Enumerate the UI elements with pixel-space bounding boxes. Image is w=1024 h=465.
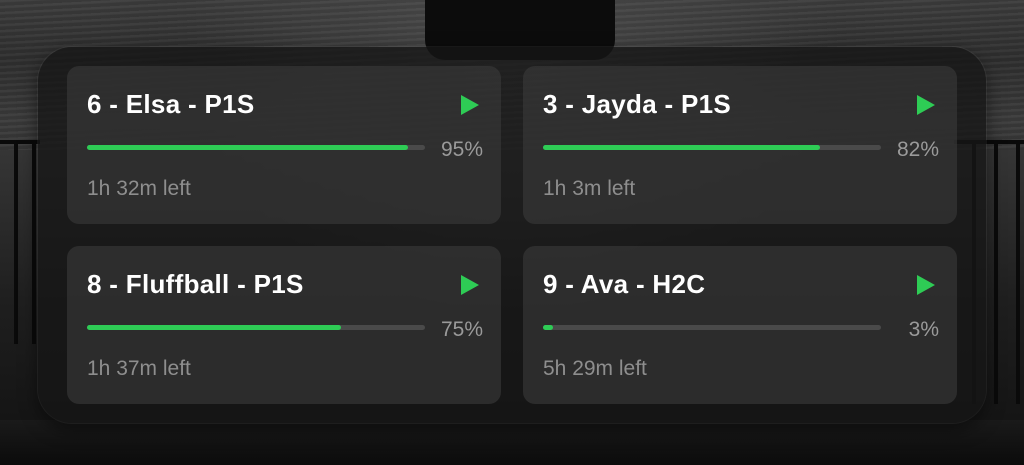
progress-fill bbox=[87, 325, 341, 330]
background-railing-left bbox=[0, 140, 40, 344]
printer-title: 3 - Jayda - P1S bbox=[543, 89, 732, 119]
print-status-widget[interactable]: 6 - Elsa - P1S 95% 1h 32m left 3 - Jayda… bbox=[38, 47, 986, 423]
printer-card[interactable]: 6 - Elsa - P1S 95% 1h 32m left bbox=[67, 66, 501, 224]
progress-fill bbox=[543, 145, 821, 150]
time-remaining: 5h 29m left bbox=[543, 357, 647, 380]
background-ground bbox=[0, 420, 1024, 465]
printer-title: 8 - Fluffball - P1S bbox=[87, 269, 304, 299]
printer-title: 9 - Ava - H2C bbox=[543, 269, 706, 299]
printer-card[interactable]: 8 - Fluffball - P1S 75% 1h 37m left bbox=[67, 246, 501, 404]
play-icon[interactable] bbox=[461, 95, 479, 115]
printer-title: 6 - Elsa - P1S bbox=[87, 89, 255, 119]
play-icon[interactable] bbox=[917, 95, 935, 115]
progress-percent: 95% bbox=[440, 138, 483, 161]
progress-fill bbox=[87, 145, 409, 150]
printer-card[interactable]: 9 - Ava - H2C 3% 5h 29m left bbox=[523, 246, 957, 404]
progress-percent: 75% bbox=[440, 318, 483, 341]
progress-track bbox=[87, 325, 425, 330]
printer-card[interactable]: 3 - Jayda - P1S 82% 1h 3m left bbox=[523, 66, 957, 224]
play-icon[interactable] bbox=[917, 275, 935, 295]
time-remaining: 1h 3m left bbox=[543, 177, 636, 200]
play-icon[interactable] bbox=[461, 275, 479, 295]
time-remaining: 1h 37m left bbox=[87, 357, 191, 380]
progress-track bbox=[543, 325, 881, 330]
progress-percent: 3% bbox=[908, 318, 939, 341]
progress-track bbox=[543, 145, 881, 150]
time-remaining: 1h 32m left bbox=[87, 177, 191, 200]
progress-track bbox=[87, 145, 425, 150]
progress-fill bbox=[543, 325, 554, 330]
progress-percent: 82% bbox=[896, 138, 939, 161]
